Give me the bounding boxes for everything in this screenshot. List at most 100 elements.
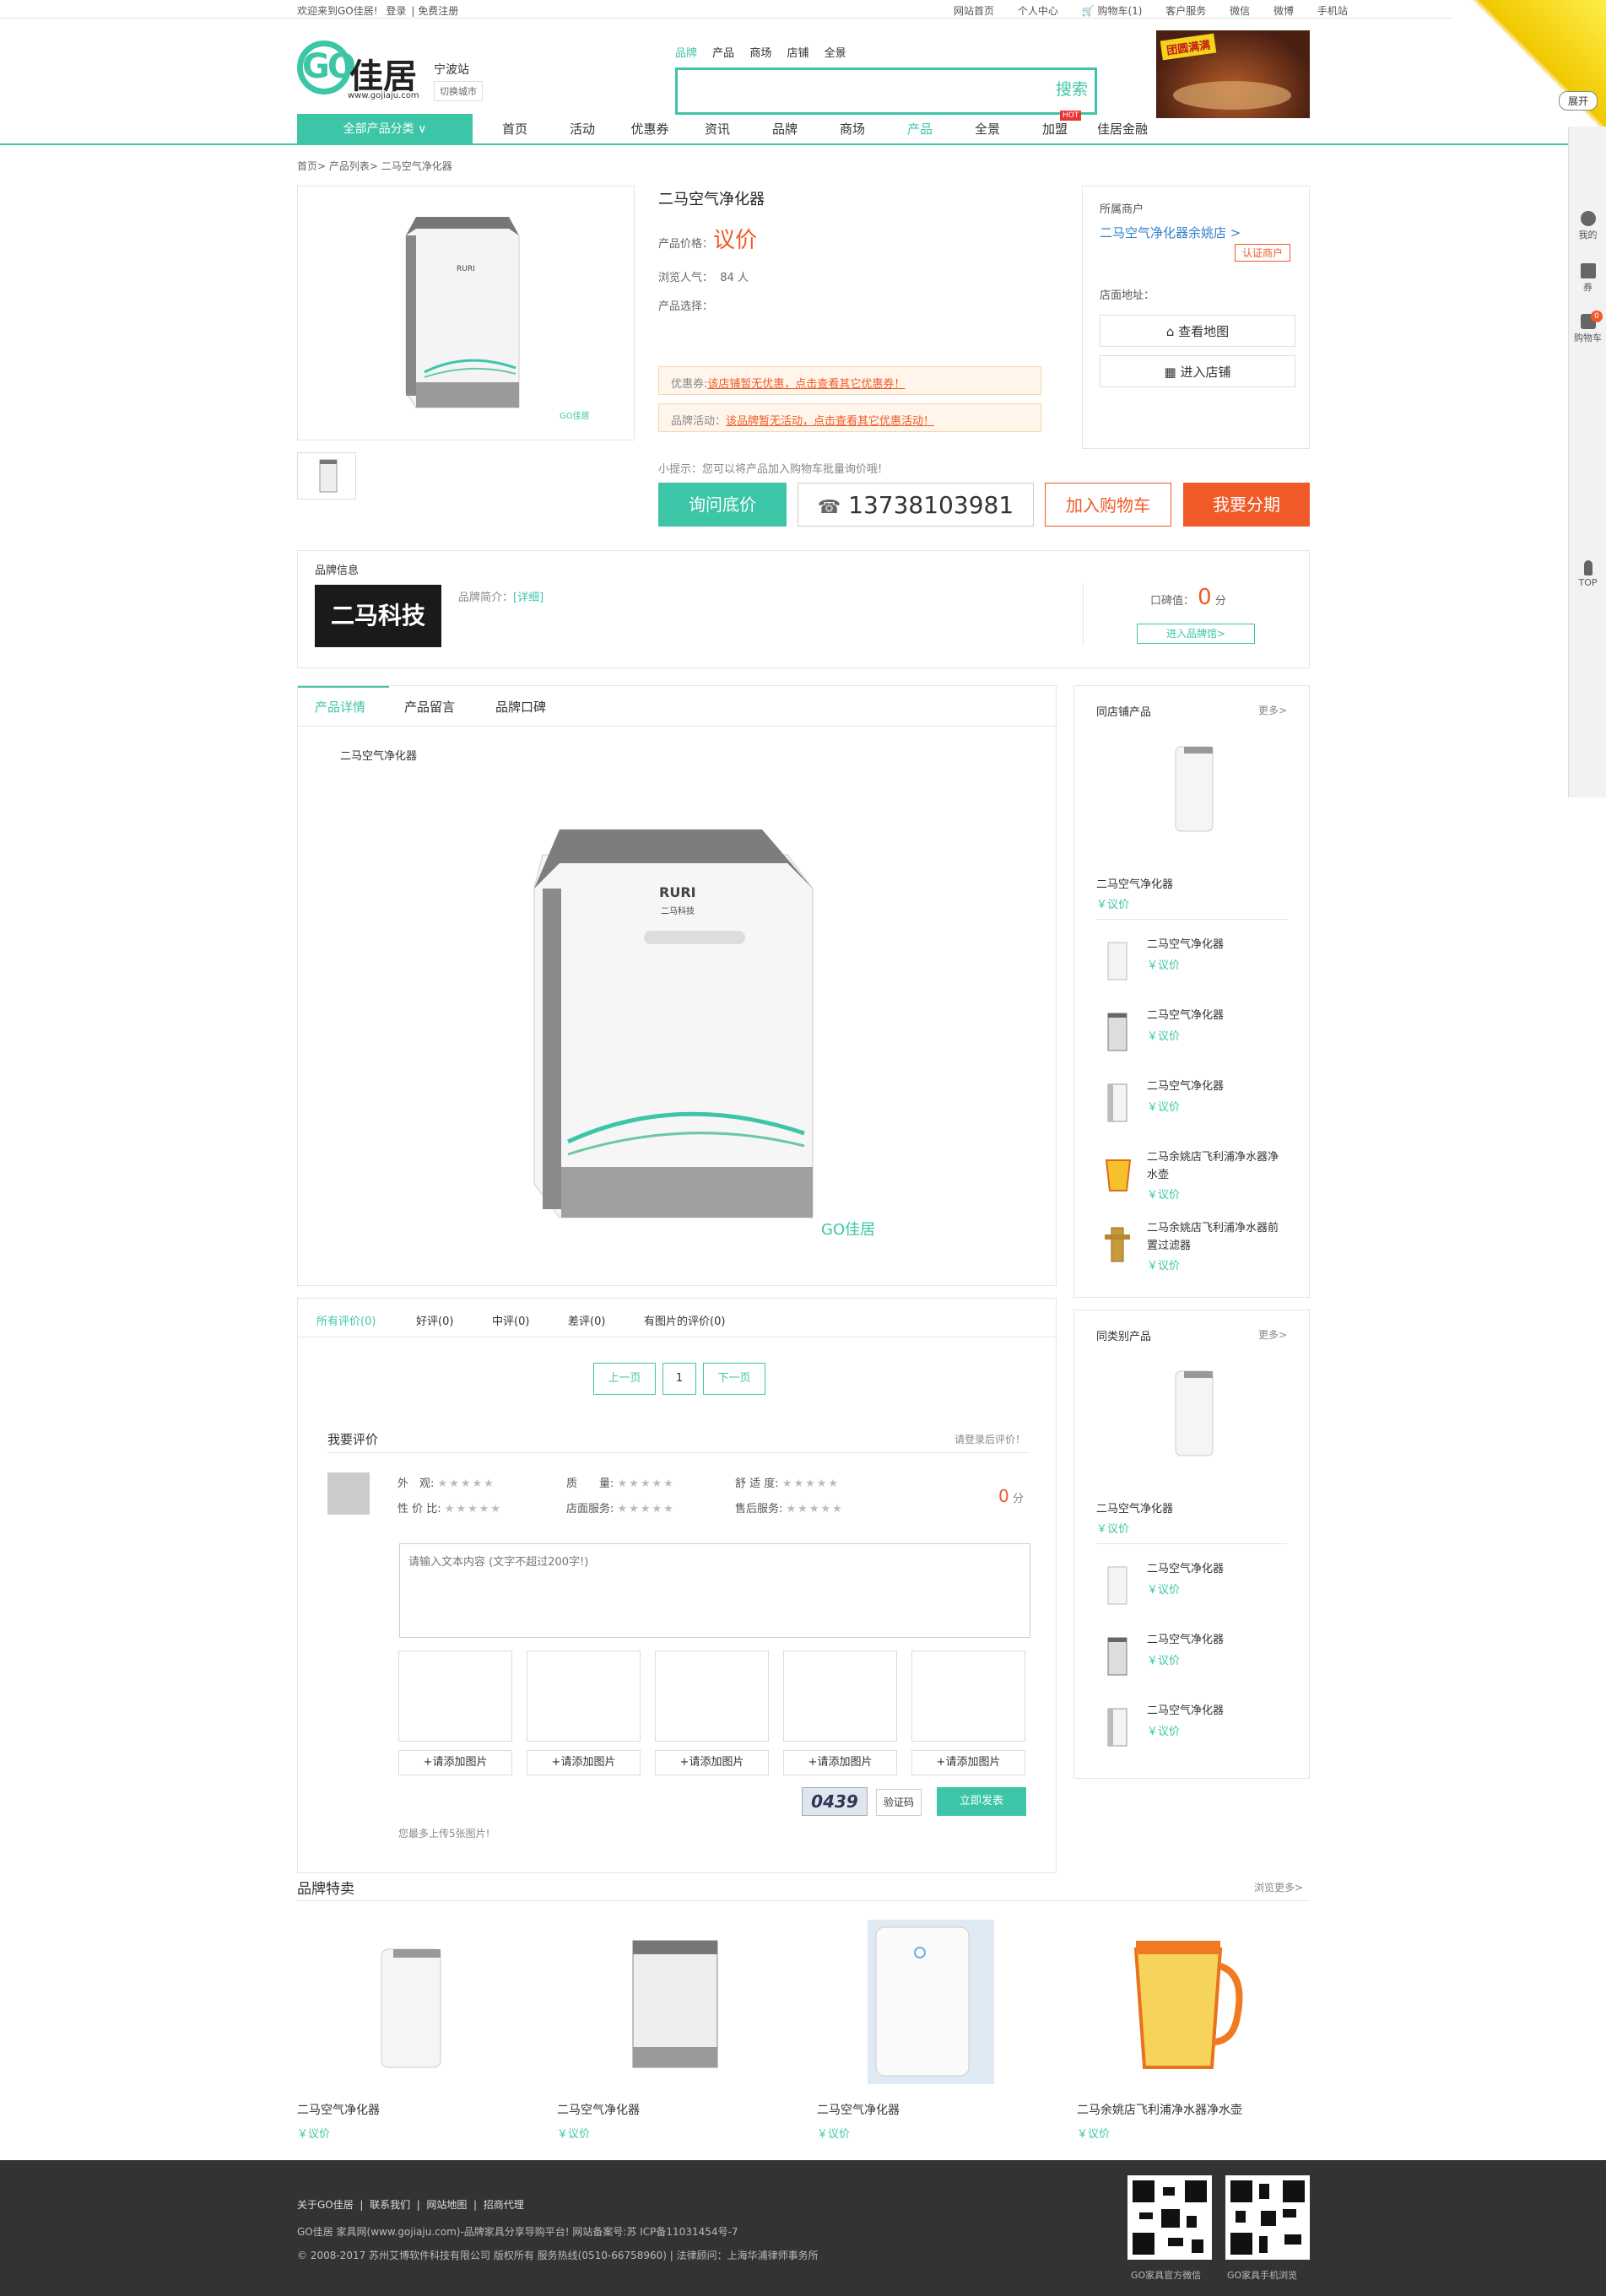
featured-product-image[interactable]: [1150, 737, 1235, 846]
rating-after-sales[interactable]: 售后服务: ★★★★★: [735, 1499, 844, 1515]
sidebar-cart[interactable]: 购物车 0: [1569, 311, 1606, 344]
sidebar-coupon[interactable]: 券: [1569, 263, 1606, 294]
login-link[interactable]: 登录: [386, 5, 406, 17]
header-ad-banner[interactable]: 团圆满满: [1156, 30, 1310, 118]
search-tab-shop[interactable]: 店铺: [787, 47, 808, 60]
nav-item-mall[interactable]: 商场: [819, 114, 886, 145]
stars[interactable]: ★★★★★: [618, 1478, 675, 1490]
review-tab-with-images[interactable]: 有图片的评价(0): [644, 1312, 725, 1328]
nav-item-panorama[interactable]: 全景: [954, 114, 1021, 145]
special-item[interactable]: 二马空气净化器 ￥议价: [557, 1915, 776, 2141]
top-link-mobile[interactable]: 手机站: [1317, 5, 1348, 17]
coupon-link[interactable]: 该店铺暂无优惠，点击查看其它优惠券！: [707, 378, 905, 391]
product-main-image[interactable]: RURI GO佳居: [297, 186, 635, 440]
view-map-button[interactable]: ⌂ 查看地图: [1100, 315, 1295, 347]
brand-special-more-link[interactable]: 浏览更多>: [1254, 1880, 1303, 1894]
upload-slot-3[interactable]: [655, 1650, 769, 1742]
stars[interactable]: ★★★★★: [445, 1503, 502, 1515]
rating-quality[interactable]: 质 量: ★★★★★: [566, 1474, 675, 1490]
nav-item-home[interactable]: 首页: [481, 114, 549, 145]
brand-detail-link[interactable]: [详细]: [513, 592, 543, 604]
captcha-image[interactable]: 0439: [802, 1787, 868, 1816]
add-image-button[interactable]: +请添加图片: [527, 1750, 641, 1775]
review-textarea[interactable]: [399, 1543, 1030, 1638]
expand-button[interactable]: 展开: [1558, 91, 1598, 111]
search-tab-product[interactable]: 产品: [712, 47, 734, 60]
prev-page-button[interactable]: 上一页: [593, 1363, 656, 1395]
submit-review-button[interactable]: 立即发表: [937, 1787, 1026, 1816]
same-category-more-link[interactable]: 更多>: [1258, 1327, 1287, 1342]
add-to-cart-button[interactable]: 加入购物车: [1045, 483, 1171, 527]
nav-item-finance[interactable]: 佳居金融: [1089, 114, 1156, 145]
sidebar-mine[interactable]: 我的: [1569, 211, 1606, 241]
all-categories-button[interactable]: 全部产品分类 ∨: [297, 114, 473, 145]
special-item[interactable]: 二马余姚店飞利浦净水器净水壶 ￥议价: [1077, 1915, 1296, 2141]
rating-comfort[interactable]: 舒 适 度: ★★★★★: [735, 1474, 840, 1490]
sidebar-top[interactable]: TOP: [1569, 560, 1606, 588]
nav-item-news[interactable]: 资讯: [684, 114, 751, 145]
featured-product-image[interactable]: [1150, 1361, 1235, 1471]
installment-button[interactable]: 我要分期: [1183, 483, 1310, 527]
breadcrumb[interactable]: 首页> 产品列表> 二马空气净化器: [297, 159, 452, 173]
tab-details[interactable]: 产品详情: [315, 698, 365, 716]
corner-peel-ad[interactable]: 展开: [1452, 0, 1606, 127]
upload-slot-4[interactable]: [783, 1650, 897, 1742]
footer-link-sitemap[interactable]: 网站地图: [426, 2199, 467, 2211]
upload-slot-2[interactable]: [527, 1650, 641, 1742]
nav-item-brand[interactable]: 品牌: [751, 114, 819, 145]
tab-brand-reviews[interactable]: 品牌口碑: [495, 698, 546, 716]
rating-value[interactable]: 性 价 比: ★★★★★: [397, 1499, 502, 1515]
stars[interactable]: ★★★★★: [618, 1503, 675, 1515]
footer-link-contact[interactable]: 联系我们: [370, 2199, 410, 2211]
footer-link-agency[interactable]: 招商代理: [484, 2199, 524, 2211]
special-item[interactable]: 二马空气净化器 ￥议价: [817, 1915, 1036, 2141]
site-logo[interactable]: GO 佳居 www.gojiaju.com: [297, 41, 422, 103]
next-page-button[interactable]: 下一页: [703, 1363, 765, 1395]
stars[interactable]: ★★★★★: [438, 1478, 495, 1490]
product-thumbnail[interactable]: [297, 452, 356, 500]
same-shop-more-link[interactable]: 更多>: [1258, 703, 1287, 717]
ask-price-button[interactable]: 询问底价: [658, 483, 787, 527]
search-input[interactable]: 搜索: [675, 68, 1097, 115]
nav-item-activity[interactable]: 活动: [549, 114, 616, 145]
brand-logo[interactable]: 二马科技: [315, 585, 441, 647]
upload-slot-1[interactable]: [398, 1650, 512, 1742]
add-image-button[interactable]: +请添加图片: [911, 1750, 1025, 1775]
special-item[interactable]: 二马空气净化器 ￥议价: [297, 1915, 516, 2141]
rating-appearance[interactable]: 外 观: ★★★★★: [397, 1474, 495, 1490]
review-tab-good[interactable]: 好评(0): [416, 1312, 453, 1328]
switch-city-button[interactable]: 切换城市: [434, 81, 483, 101]
review-tab-bad[interactable]: 差评(0): [568, 1312, 605, 1328]
search-tab-panorama[interactable]: 全景: [825, 47, 846, 60]
add-image-button[interactable]: +请添加图片: [655, 1750, 769, 1775]
captcha-input[interactable]: 验证码: [876, 1789, 922, 1816]
top-link-user[interactable]: 个人中心: [1018, 5, 1058, 17]
top-link-weibo[interactable]: 微博: [1273, 5, 1294, 17]
featured-product-name[interactable]: 二马空气净化器: [1096, 875, 1173, 891]
activity-link[interactable]: 该品牌暂无活动，点击查看其它优惠活动！: [726, 415, 934, 428]
phone-button[interactable]: ☎ 13738103981: [798, 483, 1034, 527]
featured-product-name[interactable]: 二马空气净化器: [1096, 1499, 1173, 1515]
top-link-cart[interactable]: 🛒 购物车(1): [1082, 5, 1143, 17]
search-tab-brand[interactable]: 品牌: [675, 47, 697, 60]
page-number-button[interactable]: 1: [662, 1363, 696, 1395]
nav-item-coupon[interactable]: 优惠券: [616, 114, 684, 145]
nav-item-product[interactable]: 产品: [886, 114, 954, 145]
add-image-button[interactable]: +请添加图片: [783, 1750, 897, 1775]
rating-store-service[interactable]: 店面服务: ★★★★★: [566, 1499, 675, 1515]
register-link[interactable]: 免费注册: [418, 5, 458, 17]
enter-brand-button[interactable]: 进入品牌馆>: [1137, 624, 1255, 644]
review-tab-neutral[interactable]: 中评(0): [492, 1312, 529, 1328]
footer-link-about[interactable]: 关于GO佳居: [297, 2199, 354, 2211]
shop-name-link[interactable]: 二马空气净化器余姚店 >: [1100, 224, 1241, 241]
enter-shop-button[interactable]: ▦ 进入店铺: [1100, 355, 1295, 387]
search-tab-mall[interactable]: 商场: [749, 47, 771, 60]
review-tab-all[interactable]: 所有评价(0): [316, 1312, 376, 1328]
upload-slot-5[interactable]: [911, 1650, 1025, 1742]
top-link-wechat[interactable]: 微信: [1230, 5, 1250, 17]
login-to-review-link[interactable]: 请登录后评价！: [954, 1432, 1025, 1446]
tab-messages[interactable]: 产品留言: [404, 698, 455, 716]
stars[interactable]: ★★★★★: [782, 1478, 840, 1490]
stars[interactable]: ★★★★★: [787, 1503, 844, 1515]
top-link-service[interactable]: 客户服务: [1165, 5, 1206, 17]
